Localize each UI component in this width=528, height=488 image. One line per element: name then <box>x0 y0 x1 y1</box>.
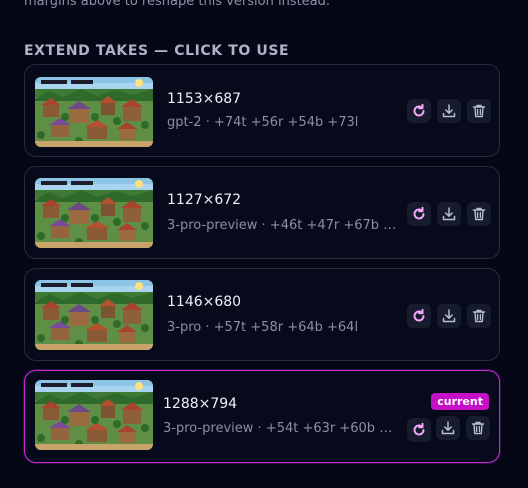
take-thumbnail <box>35 77 153 147</box>
download-icon <box>442 207 456 221</box>
take-dimensions: 1146×680 <box>167 294 242 310</box>
take-meta: 3-pro-preview · +54t +63r +60b +… <box>163 421 395 436</box>
take-dimensions: 1127×672 <box>167 192 242 208</box>
download-button[interactable] <box>437 304 461 328</box>
take-meta: 3-pro-preview · +46t +47r +67b +… <box>167 218 399 233</box>
delete-button[interactable] <box>467 304 491 328</box>
section-title: EXTEND TAKES — CLICK TO USE <box>24 43 290 59</box>
download-icon <box>442 104 456 118</box>
take-card[interactable]: 1153×687 gpt-2 · +74t +56r +54b +73l <box>24 64 500 157</box>
download-button[interactable] <box>437 202 461 226</box>
take-meta: 3-pro · +57t +58r +64b +64l <box>167 320 359 335</box>
take-card[interactable]: 1146×680 3-pro · +57t +58r +64b +64l <box>24 268 500 361</box>
trash-icon <box>472 309 486 323</box>
take-thumbnail <box>35 380 153 450</box>
redo-button[interactable] <box>407 99 431 123</box>
take-card[interactable]: 1127×672 3-pro-preview · +46t +47r +67b … <box>24 166 500 259</box>
redo-icon <box>413 308 425 322</box>
top-note: margins above to reshape this version in… <box>24 0 331 9</box>
take-thumbnail <box>35 178 153 248</box>
take-dimensions: 1288×794 <box>163 396 238 412</box>
take-thumbnail <box>35 280 153 350</box>
download-icon <box>441 421 455 435</box>
download-button[interactable] <box>436 416 460 440</box>
take-dimensions: 1153×687 <box>167 91 242 107</box>
redo-icon <box>413 206 425 220</box>
redo-button[interactable] <box>407 202 431 226</box>
trash-icon <box>471 421 485 435</box>
redo-icon <box>413 422 425 436</box>
redo-button[interactable] <box>407 418 431 442</box>
delete-button[interactable] <box>467 99 491 123</box>
trash-icon <box>472 207 486 221</box>
redo-button[interactable] <box>407 304 431 328</box>
delete-button[interactable] <box>466 416 490 440</box>
delete-button[interactable] <box>467 202 491 226</box>
redo-icon <box>413 103 425 117</box>
trash-icon <box>472 104 486 118</box>
take-meta: gpt-2 · +74t +56r +54b +73l <box>167 115 359 130</box>
current-badge: current <box>431 393 489 410</box>
download-button[interactable] <box>437 99 461 123</box>
take-card-current[interactable]: current 1288×794 3-pro-preview · +54t +6… <box>24 370 500 463</box>
download-icon <box>442 309 456 323</box>
